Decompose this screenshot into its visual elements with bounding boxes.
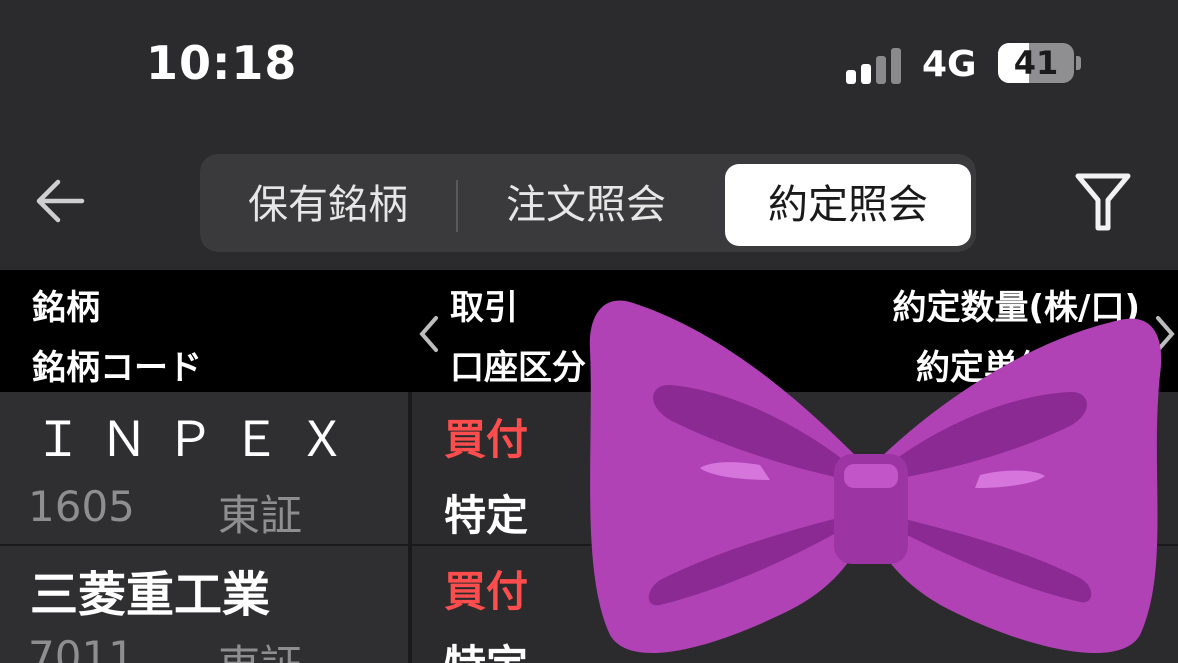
chevron-left-icon[interactable] — [414, 314, 444, 354]
tab-execution-inquiry[interactable]: 約定照会 — [725, 164, 971, 246]
network-type: 4G — [922, 44, 977, 85]
battery-icon: 41 — [998, 43, 1074, 83]
stock-code: 7011 — [28, 632, 135, 663]
stock-market: 東証 — [218, 491, 303, 540]
tab-order-inquiry[interactable]: 注文照会 — [458, 164, 714, 246]
back-button[interactable] — [34, 176, 86, 226]
stock-market: 東証 — [218, 632, 302, 663]
battery-percent: 41 — [1013, 44, 1059, 82]
status-time: 10:18 — [146, 36, 298, 90]
header-stock-code: 銘柄コード — [32, 348, 202, 388]
stock-name[interactable]: 三菱重工業 — [30, 555, 270, 625]
account-type: 特定 — [444, 491, 529, 540]
account-type: 特定 — [444, 632, 528, 663]
stock-name[interactable]: ＩＮＰＥＸ — [34, 400, 364, 470]
trade-type: 買付 — [444, 567, 529, 616]
header-stock: 銘柄 — [32, 288, 100, 328]
battery-tip — [1076, 56, 1081, 70]
header-trade: 取引 — [450, 288, 518, 328]
funnel-icon — [1075, 173, 1131, 231]
filter-button[interactable] — [1074, 172, 1132, 232]
tab-holdings[interactable]: 保有銘柄 — [200, 164, 456, 246]
cellular-signal-icon — [846, 44, 906, 84]
bow-tie-sticker — [589, 300, 1162, 654]
status-bar: 10:18 4G 41 — [0, 0, 1178, 140]
row-divider — [0, 544, 408, 546]
trade-type: 買付 — [444, 415, 529, 464]
arrow-left-icon — [36, 179, 85, 223]
stock-code: 1605 — [28, 482, 135, 531]
segmented-control: 保有銘柄 注文照会 約定照会 — [200, 154, 976, 252]
